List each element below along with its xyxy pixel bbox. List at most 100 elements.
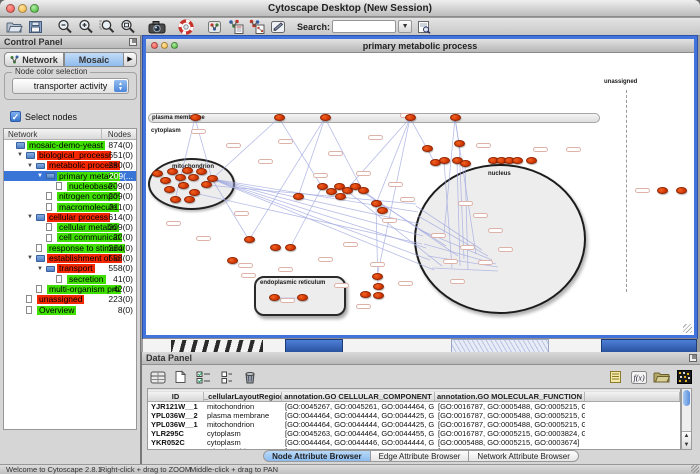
- color-attribute-combobox[interactable]: transporter activity▲▼: [12, 78, 129, 94]
- disclosure-triangle-icon[interactable]: ▼: [27, 162, 33, 171]
- network-frame-titlebar[interactable]: primary metabolic process: [146, 39, 694, 53]
- disclosure-triangle-icon[interactable]: ▼: [17, 151, 23, 160]
- tree-item[interactable]: ▼biological_process651(0): [4, 150, 136, 160]
- zoom-fit-icon[interactable]: [118, 19, 137, 35]
- tab-node-attribute-browser[interactable]: Node Attribute Browser: [263, 450, 371, 462]
- search-input[interactable]: [332, 20, 396, 33]
- attribute-table-icon[interactable]: [148, 369, 167, 385]
- frame-minimize-button[interactable]: [161, 42, 168, 49]
- disclosure-triangle-icon[interactable]: ▼: [27, 254, 33, 263]
- select-attributes-icon[interactable]: [194, 369, 213, 385]
- frame-zoom-button[interactable]: [171, 42, 178, 49]
- network-node[interactable]: [526, 157, 537, 164]
- zoom-window-button[interactable]: [30, 4, 39, 13]
- scroll-down-icon[interactable]: ▼: [682, 441, 691, 450]
- tree-item[interactable]: mosaic-demo-yeast874(0): [4, 140, 136, 150]
- network-node[interactable]: [512, 157, 523, 164]
- table-row[interactable]: YPL036W__1mitochondrion[GO:0044464, GO:0…: [148, 420, 680, 429]
- tree-item[interactable]: macromolecule311(0): [4, 202, 136, 212]
- network-node[interactable]: [244, 236, 255, 243]
- float-panel-icon[interactable]: [129, 38, 137, 46]
- network-node[interactable]: [175, 174, 186, 181]
- network-node[interactable]: [373, 283, 384, 290]
- tree-header-network[interactable]: Network: [8, 129, 37, 140]
- network-node[interactable]: [196, 168, 207, 175]
- network-node[interactable]: [676, 187, 687, 194]
- zoom-selected-region-icon[interactable]: [97, 19, 116, 35]
- network-node[interactable]: [335, 193, 346, 200]
- column-header[interactable]: annotation.GO MOLECULAR_FUNCTION: [435, 392, 585, 401]
- tab-overflow-arrow[interactable]: ▶: [124, 52, 137, 67]
- tab-edge-attribute-browser[interactable]: Edge Attribute Browser: [371, 450, 470, 462]
- network-node[interactable]: [297, 294, 308, 301]
- import-attributes-icon[interactable]: [652, 369, 671, 385]
- network-node[interactable]: [270, 244, 281, 251]
- network-node[interactable]: [182, 167, 193, 174]
- network-node[interactable]: [377, 207, 388, 214]
- attribute-matrix-icon[interactable]: [675, 369, 694, 385]
- frame-close-button[interactable]: [151, 42, 158, 49]
- tree-item[interactable]: nucleobase-209(0): [4, 181, 136, 191]
- tree-item[interactable]: ▼establishment of lo558(0): [4, 253, 136, 263]
- tree-item[interactable]: nitrogen compo209(0): [4, 191, 136, 201]
- network-node[interactable]: [285, 244, 296, 251]
- help-lifesaver-icon[interactable]: [176, 19, 195, 35]
- combobox-stepper-icon[interactable]: ▲▼: [114, 80, 127, 92]
- open-file-icon[interactable]: [5, 19, 24, 35]
- table-vertical-scrollbar[interactable]: ▲▼: [681, 388, 692, 450]
- tree-item[interactable]: response to stimulu264(0): [4, 243, 136, 253]
- network-node[interactable]: [269, 294, 280, 301]
- network-node[interactable]: [190, 114, 201, 121]
- function-builder-icon[interactable]: f(x): [629, 369, 648, 385]
- network-node[interactable]: [274, 114, 285, 121]
- tree-item[interactable]: unassigned223(0): [4, 294, 136, 304]
- close-window-button[interactable]: [6, 4, 15, 13]
- zoom-out-icon[interactable]: [55, 19, 74, 35]
- select-nodes-checkbox[interactable]: ✓: [10, 111, 21, 122]
- network-node[interactable]: [373, 292, 384, 299]
- tree-item[interactable]: ▼primary metabo209(...: [4, 171, 136, 181]
- float-panel-icon[interactable]: [689, 354, 697, 362]
- column-header[interactable]: _cellularLayoutRegion: [204, 392, 282, 401]
- tree-item[interactable]: ▼metabolic process280(0): [4, 161, 136, 171]
- network-canvas[interactable]: plasma membrane cytoplasm mitochondrion …: [146, 54, 694, 335]
- network-node[interactable]: [170, 196, 181, 203]
- network-node[interactable]: [372, 273, 383, 280]
- snapshot-camera-icon[interactable]: [147, 19, 166, 35]
- network-node[interactable]: [201, 181, 212, 188]
- network-node[interactable]: [358, 187, 369, 194]
- network-node[interactable]: [360, 291, 371, 298]
- save-session-icon[interactable]: [26, 19, 45, 35]
- zoom-in-icon[interactable]: [76, 19, 95, 35]
- notes-icon[interactable]: [606, 369, 625, 385]
- network-node[interactable]: [188, 174, 199, 181]
- column-header[interactable]: annotation.GO CELLULAR_COMPONENT: [282, 392, 435, 401]
- disclosure-triangle-icon[interactable]: ▼: [37, 172, 43, 181]
- tree-item[interactable]: ▼cellular process614(0): [4, 212, 136, 222]
- network-node[interactable]: [657, 187, 668, 194]
- column-header[interactable]: ID: [148, 392, 204, 401]
- apply-layout-a-icon[interactable]: [226, 19, 245, 35]
- tree-item[interactable]: secretion41(0): [4, 274, 136, 284]
- network-node[interactable]: [371, 200, 382, 207]
- tree-item[interactable]: ▼transport558(0): [4, 264, 136, 274]
- search-options-icon[interactable]: [414, 19, 433, 35]
- network-node[interactable]: [460, 160, 471, 167]
- scroll-up-icon[interactable]: ▲: [682, 432, 691, 441]
- table-row[interactable]: YPL036W__2plasma membrane[GO:0044464, GO…: [148, 411, 680, 420]
- disclosure-triangle-icon[interactable]: ▼: [27, 213, 33, 222]
- tree-item[interactable]: cell communicat22(0): [4, 233, 136, 243]
- tree-header-nodes[interactable]: Nodes: [108, 129, 131, 140]
- network-node[interactable]: [320, 114, 331, 121]
- network-node[interactable]: [405, 114, 416, 121]
- delete-attribute-icon[interactable]: [240, 369, 259, 385]
- network-node[interactable]: [454, 140, 465, 147]
- network-node[interactable]: [293, 193, 304, 200]
- network-node[interactable]: [207, 175, 218, 182]
- network-node[interactable]: [152, 170, 163, 177]
- attribute-table-header[interactable]: ID_cellularLayoutRegionannotation.GO CEL…: [148, 392, 680, 402]
- apply-layout-b-icon[interactable]: [247, 19, 266, 35]
- disclosure-triangle-icon[interactable]: ▼: [37, 265, 43, 274]
- network-node[interactable]: [178, 182, 189, 189]
- network-node[interactable]: [184, 196, 195, 203]
